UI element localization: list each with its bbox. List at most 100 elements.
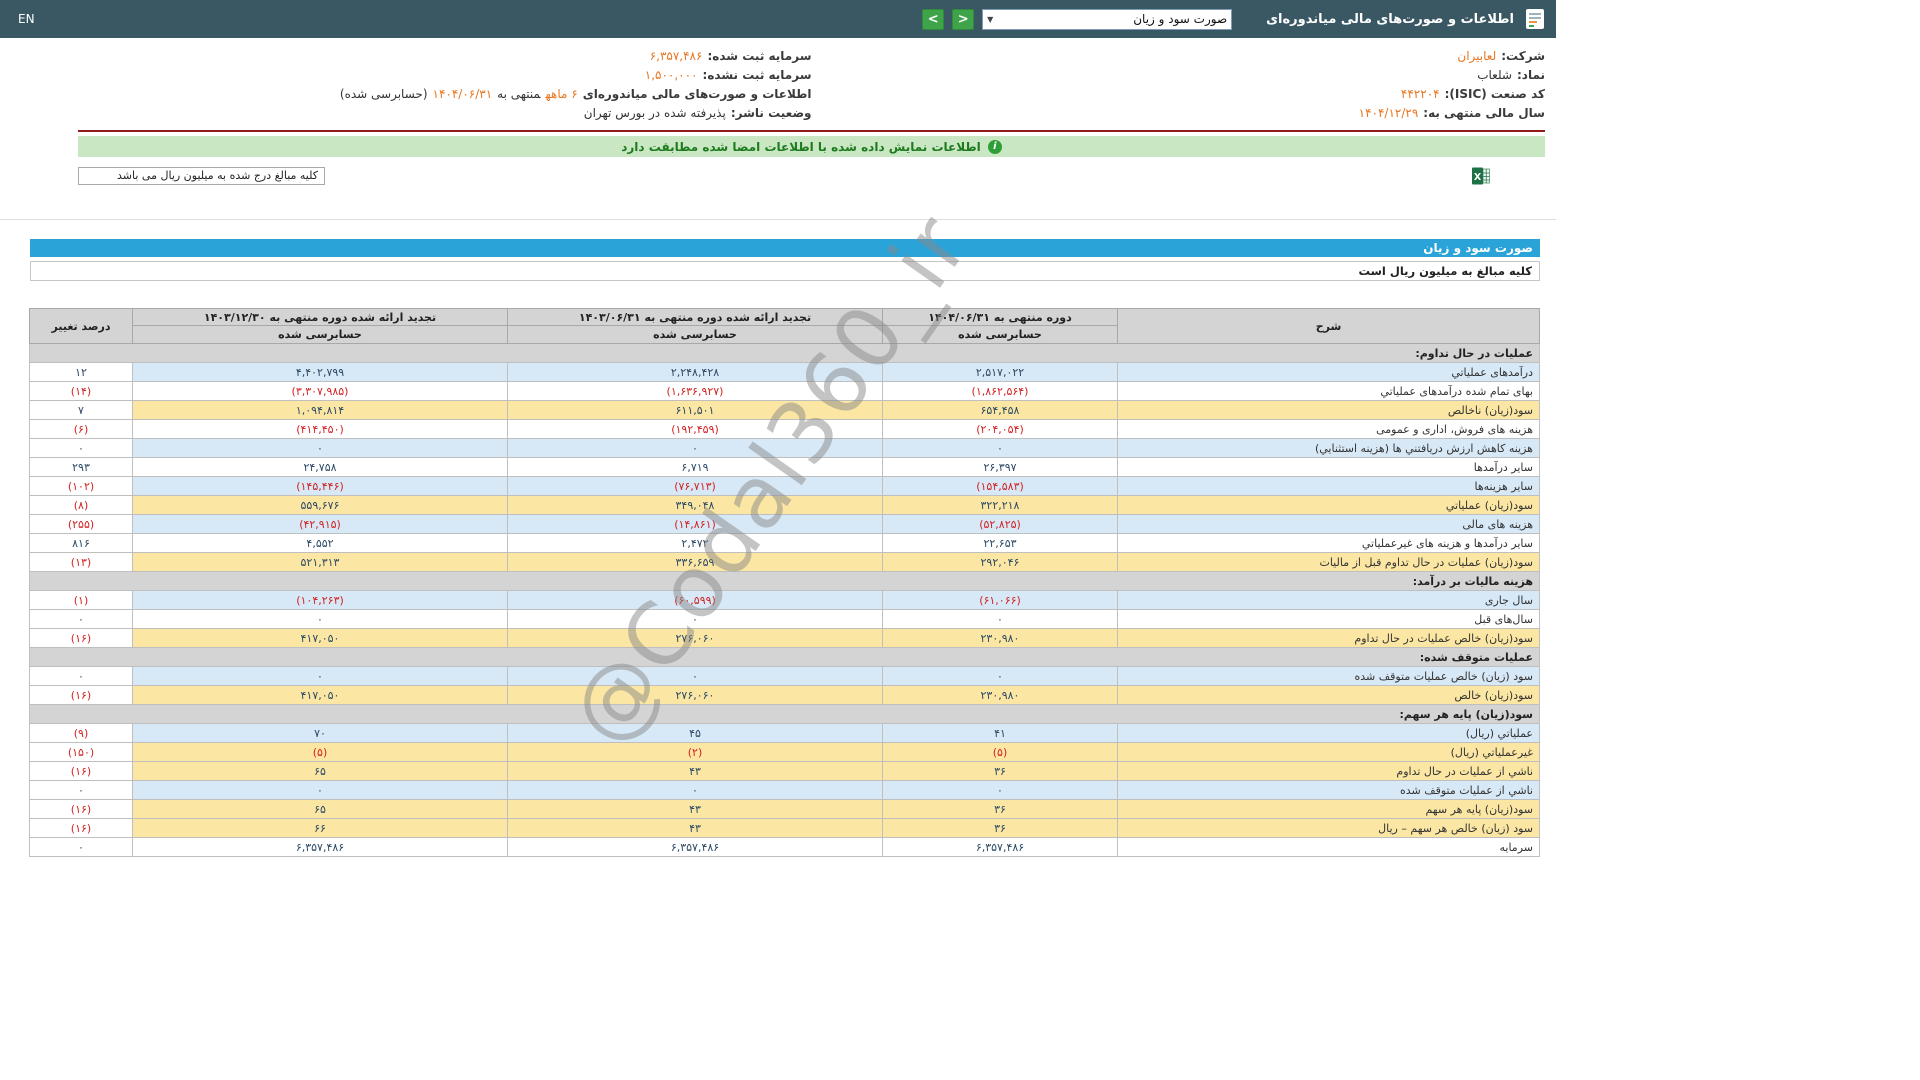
table-row: سود(زیان) عملیات در حال تداوم قبل از مال…: [29, 552, 1540, 572]
row-label: عملیاتي (ریال): [1117, 723, 1540, 743]
cell-value: ۴۳: [507, 818, 883, 838]
row-label: سرمایه: [1117, 837, 1540, 857]
amounts-unit-note-box: کلیه مبالغ درج شده به میلیون ریال می باش…: [78, 167, 325, 185]
info-value: ۶ ماهه: [545, 87, 578, 101]
cell-percent-change: ۰: [29, 780, 133, 800]
column-header-period-restated-halfyear: تجدید ارائه شده دوره منتهی به ۱۴۰۳/۰۶/۳۱: [507, 308, 883, 326]
company-link[interactable]: لعابیران: [1457, 49, 1496, 63]
cell-value: ۲۴,۷۵۸: [132, 457, 508, 477]
cell-value: ۴۳: [507, 799, 883, 819]
row-label: بهای تمام شده درآمدهای عملیاتي: [1117, 381, 1540, 401]
cell-percent-change: (۱۶): [29, 685, 133, 705]
language-toggle-en[interactable]: EN: [18, 12, 35, 26]
column-subheader-audited-1: حسابرسی شده: [507, 325, 883, 344]
table-row: درآمدهای عملیاتي ۲,۵۱۷,۰۲۲ ۲,۲۴۸,۴۲۸ ۴,۴۰۲,…: [29, 362, 1540, 382]
cell-value: ۱,۰۹۴,۸۱۴: [132, 400, 508, 420]
company-info-right-column: شرکت: لعابیران نماد: شلعاب کد صنعت (ISIC): ۴۴…: [812, 47, 1545, 123]
cell-value: ۶,۳۵۷,۴۸۶: [132, 837, 508, 857]
cell-percent-change: (۱۵۰): [29, 742, 133, 762]
table-row: سود(زیان) پایه هر سهم ۳۶ ۴۳ ۶۵ (۱۶): [29, 799, 1540, 819]
cell-value: (۵): [132, 742, 508, 762]
row-label: سود(زیان) پایه هر سهم: [1117, 799, 1540, 819]
cell-percent-change: ۰: [29, 609, 133, 629]
table-row: سود(زیان) خالص ۲۳۰,۹۸۰ ۲۷۶,۰۶۰ ۴۱۷,۰۵۰ (۱۶): [29, 685, 1540, 705]
company-info-row: نماد: شلعاب: [812, 66, 1545, 85]
company-info-row: وضعیت ناشر: پذیرفته شده در بورس تهران: [78, 104, 812, 123]
section-row: سود(زیان) پایه هر سهم:: [29, 704, 1540, 724]
cell-value: ۲۹۲,۰۴۶: [882, 552, 1118, 572]
cell-value: ۳۶: [882, 799, 1118, 819]
table-row: سایر درآمدها ۲۶,۳۹۷ ۶,۷۱۹ ۲۴,۷۵۸ ۲۹۳: [29, 457, 1540, 477]
cell-value: (۲۰۴,۰۵۴): [882, 419, 1118, 439]
cell-value: (۱۰۴,۲۶۳): [132, 590, 508, 610]
table-row: سود(زیان) عملیاتي ۳۲۲,۲۱۸ ۳۴۹,۰۴۸ ۵۵۹,۶۷۶ (۸…: [29, 495, 1540, 515]
topbar-main-group: اطلاعات و صورت‌های مالی میاندوره‌ای صورت…: [922, 6, 1548, 32]
statement-title-bar: صورت سود و زیان: [30, 239, 1540, 257]
info-value: ۱۴۰۴/۱۲/۲۹: [1358, 106, 1419, 120]
row-label: هزینه کاهش ارزش دریافتني ها (هزینه استثن…: [1117, 438, 1540, 458]
cell-percent-change: (۱۳): [29, 552, 133, 572]
cell-value: ۲,۴۷۲: [507, 533, 883, 553]
row-label: درآمدهای عملیاتي: [1117, 362, 1540, 382]
table-row: سایر هزینه‌ها (۱۵۴,۵۸۳) (۷۶,۷۱۳) (۱۴۵,۴۴۶)(…: [29, 476, 1540, 496]
cell-value: ۳۶: [882, 761, 1118, 781]
cell-value: (۴۱۴,۴۵۰): [132, 419, 508, 439]
info-label: وضعیت ناشر:: [730, 106, 812, 120]
table-row: سود(زیان) خالص عملیات در حال تداوم ۲۳۰,۹۸…: [29, 628, 1540, 648]
info-label: نماد:: [1516, 68, 1545, 82]
column-header-percent-change: درصد تغییر: [29, 308, 133, 344]
cell-value: ۲۷۶,۰۶۰: [507, 628, 883, 648]
info-label: سال مالی منتهی به:: [1423, 106, 1545, 120]
cell-value: ۲۳۰,۹۸۰: [882, 628, 1118, 648]
table-row: هزینه های مالی (۵۲,۸۲۵) (۱۴,۸۶۱) (۴۲,۹۱۵) (۲…: [29, 514, 1540, 534]
cell-value: (۱۴۵,۴۴۶): [132, 476, 508, 496]
table-row: سود (زیان) خالص هر سهم – ریال ۳۶ ۴۳ ۶۶ (۱۶): [29, 818, 1540, 838]
row-label: سود (زیان) خالص هر سهم – ریال: [1117, 818, 1540, 838]
company-info-row: شرکت: لعابیران: [812, 47, 1545, 66]
row-label: سال‌های قبل: [1117, 609, 1540, 629]
cell-value: ۰: [132, 666, 508, 686]
table-row: بهای تمام شده درآمدهای عملیاتي (۱,۸۶۲,۵۶۴…: [29, 381, 1540, 401]
section-label: هزینه مالیات بر درآمد:: [29, 571, 1540, 591]
cell-value: (۱۹۲,۴۵۹): [507, 419, 883, 439]
cell-percent-change: ۰: [29, 666, 133, 686]
next-statement-button[interactable]: >: [952, 8, 975, 30]
excel-export-icon[interactable]: X: [1472, 167, 1490, 185]
statement-dropdown[interactable]: صورت سود و زیان ▼: [982, 8, 1233, 30]
info-value: پذیرفته شده در بورس تهران: [583, 106, 726, 120]
cell-value: ۲۶,۳۹۷: [882, 457, 1118, 477]
table-row: ناشي از عملیات متوقف شده ۰ ۰ ۰ ۰: [29, 780, 1540, 800]
table-row: سال‌های قبل ۰ ۰ ۰ ۰: [29, 609, 1540, 629]
cell-value: ۴۱۷,۰۵۰: [132, 685, 508, 705]
cell-percent-change: (۸): [29, 495, 133, 515]
column-header-description: شرح: [1117, 308, 1540, 344]
cell-value: ۳۶: [882, 818, 1118, 838]
cell-value: ۳۳۶,۶۵۹: [507, 552, 883, 572]
cell-value: (۱۴,۸۶۱): [507, 514, 883, 534]
page-title: اطلاعات و صورت‌های مالی میاندوره‌ای: [1266, 11, 1514, 27]
signature-match-banner: i اطلاعات نمایش داده شده با اطلاعات امضا…: [78, 136, 1545, 157]
section-row: هزینه مالیات بر درآمد:: [29, 571, 1540, 591]
row-label: ناشي از عملیات متوقف شده: [1117, 780, 1540, 800]
cell-value: ۵۲۱,۳۱۳: [132, 552, 508, 572]
column-header-period-restated-yearend: تجدید ارائه شده دوره منتهی به ۱۴۰۳/۱۲/۳۰: [132, 308, 508, 326]
cell-value: (۵۲,۸۲۵): [882, 514, 1118, 534]
cell-percent-change: (۱۶): [29, 761, 133, 781]
cell-value: ۶۶: [132, 818, 508, 838]
codal-statement-page: اطلاعات و صورت‌های مالی میاندوره‌ای صورت…: [0, 0, 1556, 1080]
signature-match-text: اطلاعات نمایش داده شده با اطلاعات امضا ش…: [621, 139, 981, 154]
prev-statement-button[interactable]: <: [922, 8, 945, 30]
report-icon: [1522, 6, 1548, 32]
cell-value: ۰: [882, 438, 1118, 458]
cell-percent-change: (۹): [29, 723, 133, 743]
cell-value: (۶۰,۵۹۹): [507, 590, 883, 610]
chevron-down-icon: ▼: [987, 14, 994, 24]
company-info-row: کد صنعت (ISIC): ۴۴۲۲۰۴: [812, 85, 1545, 104]
cell-value: ۰: [132, 609, 508, 629]
cell-value: ۴,۵۵۲: [132, 533, 508, 553]
cell-percent-change: (۱۰۲): [29, 476, 133, 496]
cell-value: ۴۱: [882, 723, 1118, 743]
section-row: عملیات متوقف شده:: [29, 647, 1540, 667]
cell-value: ۶۱۱,۵۰۱: [507, 400, 883, 420]
cell-value: ۶,۷۱۹: [507, 457, 883, 477]
